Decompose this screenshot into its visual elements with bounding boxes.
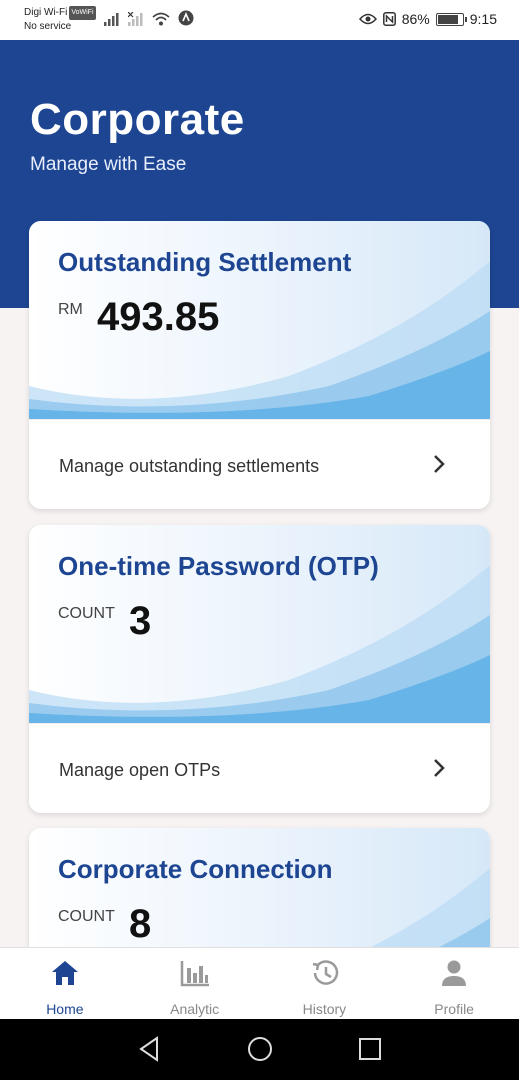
status-right: 86% 9:15 bbox=[358, 11, 497, 27]
signal-icon bbox=[104, 13, 119, 26]
eye-icon bbox=[358, 13, 377, 25]
page-title: Corporate bbox=[30, 95, 245, 144]
clock: 9:15 bbox=[469, 11, 497, 27]
action-label: Manage open OTPs bbox=[59, 760, 221, 780]
nav-analytic[interactable]: Analytic bbox=[130, 948, 260, 1019]
card-value: 8 bbox=[129, 902, 152, 946]
card-value: 3 bbox=[129, 599, 152, 643]
status-bar: Digi Wi-Fi VoWiFi No service 86% 9:15 bbox=[0, 0, 519, 40]
battery-percent: 86% bbox=[401, 11, 430, 27]
carrier-info: Digi Wi-Fi VoWiFi No service bbox=[24, 6, 96, 34]
action-label: Manage outstanding settlements bbox=[59, 456, 320, 476]
bottom-navigation: Home Analytic History Profile bbox=[0, 947, 519, 1019]
nav-label: Profile bbox=[434, 1001, 474, 1017]
card-title: Outstanding Settlement bbox=[58, 247, 352, 277]
page-subtitle: Manage with Ease bbox=[30, 154, 187, 175]
manage-settlements-row[interactable]: Manage outstanding settlements bbox=[29, 419, 490, 509]
outstanding-settlement-card[interactable]: Outstanding Settlement RM 493.85 Manage … bbox=[29, 221, 490, 509]
history-icon bbox=[313, 960, 339, 985]
card-hero: One-time Password (OTP) COUNT 3 bbox=[29, 525, 490, 723]
card-unit: COUNT bbox=[58, 908, 115, 925]
bar-chart-icon bbox=[180, 961, 209, 987]
recents-icon[interactable] bbox=[358, 1035, 382, 1063]
card-unit: COUNT bbox=[58, 605, 115, 622]
vowifi-badge: VoWiFi bbox=[69, 6, 96, 20]
battery-icon bbox=[435, 12, 467, 26]
back-icon[interactable] bbox=[137, 1035, 161, 1063]
wifi-icon bbox=[152, 12, 170, 26]
vpn-icon bbox=[178, 10, 194, 26]
nav-history[interactable]: History bbox=[260, 948, 390, 1019]
nav-home[interactable]: Home bbox=[0, 948, 130, 1019]
card-hero: Outstanding Settlement RM 493.85 bbox=[29, 221, 490, 419]
card-title: One-time Password (OTP) bbox=[58, 551, 379, 581]
card-unit: RM bbox=[58, 301, 83, 318]
service-status: No service bbox=[24, 21, 72, 32]
nav-label: Home bbox=[46, 1001, 84, 1017]
nav-label: History bbox=[302, 1001, 347, 1017]
home-icon bbox=[51, 961, 78, 985]
nfc-icon bbox=[382, 12, 396, 26]
signal-indicators bbox=[104, 10, 194, 26]
nav-profile[interactable]: Profile bbox=[389, 948, 519, 1019]
person-icon bbox=[442, 960, 467, 986]
nav-label: Analytic bbox=[170, 1001, 220, 1017]
carrier-name: Digi Wi-Fi bbox=[24, 7, 68, 18]
chevron-right-icon bbox=[434, 455, 445, 473]
otp-card[interactable]: One-time Password (OTP) COUNT 3 Manage o… bbox=[29, 525, 490, 813]
card-value: 493.85 bbox=[97, 295, 220, 339]
no-signal-icon bbox=[128, 12, 143, 26]
manage-otps-row[interactable]: Manage open OTPs bbox=[29, 723, 490, 813]
chevron-right-icon bbox=[434, 759, 445, 777]
card-title: Corporate Connection bbox=[58, 854, 333, 884]
system-navigation-bar bbox=[0, 1019, 519, 1080]
home-circle-icon[interactable] bbox=[247, 1035, 273, 1063]
